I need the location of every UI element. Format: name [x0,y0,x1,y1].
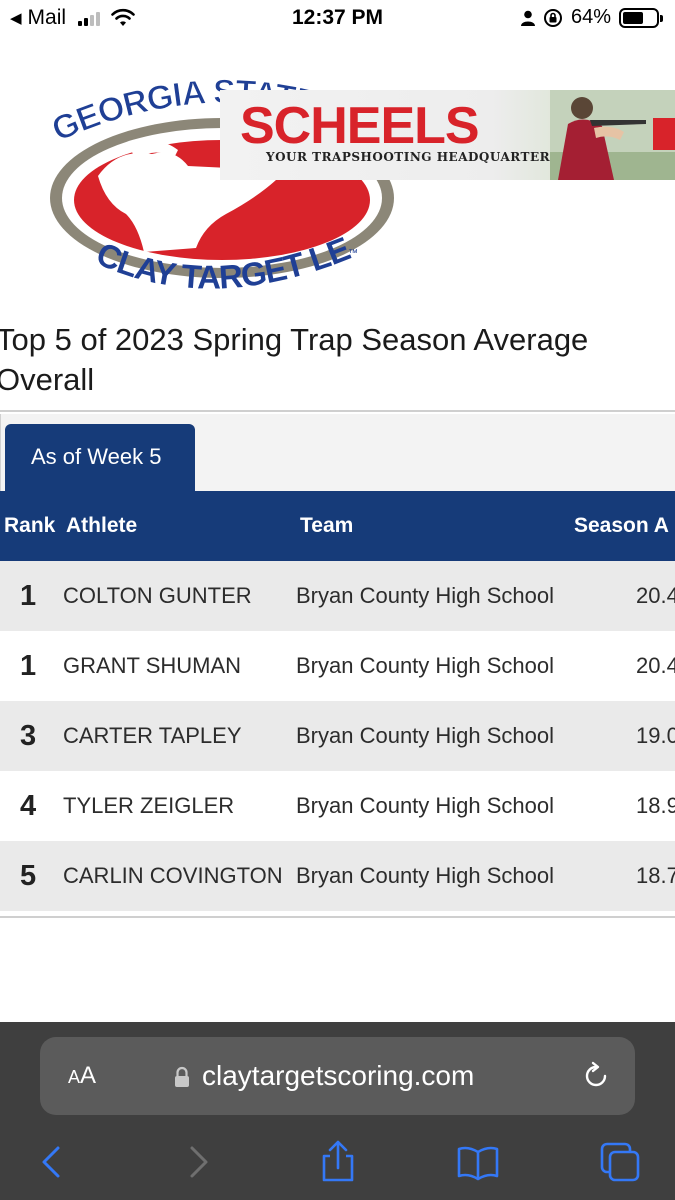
rank-cell: 4 [20,790,37,822]
team-cell: Bryan County High School [296,653,555,678]
title-divider [0,410,675,412]
ad-shooter-image [550,90,675,180]
season-average-cell: 19.0 [636,723,675,748]
browser-toolbar [0,1134,675,1190]
status-bar: ◀ Mail 12:37 PM 64% [0,0,675,40]
team-cell: Bryan County High School [296,793,555,818]
leaderboard-rows: 1 COLTON GUNTER Bryan County High School… [0,561,675,911]
lock-icon [175,1066,189,1087]
leaderboard-header: Rank Athlete Team Season A [0,491,675,561]
rank-cell: 1 [20,650,37,682]
team-cell: Bryan County High School [296,583,555,608]
ad-brand: SCHEELS [240,97,480,155]
reload-icon[interactable] [581,1061,611,1091]
table-row[interactable]: 5 CARLIN COVINGTON Bryan County High Sch… [0,841,675,911]
athlete-cell: CARTER TAPLEY [63,723,242,748]
table-row[interactable]: 1 COLTON GUNTER Bryan County High School… [0,561,675,631]
tabs-icon[interactable] [598,1140,642,1184]
back-icon[interactable] [30,1140,74,1184]
column-header-athlete[interactable]: Athlete [66,491,137,561]
table-row[interactable]: 1 GRANT SHUMAN Bryan County High School … [0,631,675,701]
table-row[interactable]: 3 CARTER TAPLEY Bryan County High School… [0,701,675,771]
rotation-lock-icon [543,8,562,27]
season-average-cell: 20.4 [636,653,675,678]
rank-cell: 1 [20,580,37,612]
athlete-cell: GRANT SHUMAN [63,653,242,678]
column-header-rank[interactable]: Rank [4,491,55,561]
battery-percent: 64% [570,6,611,28]
address-bar[interactable]: AA claytargetscoring.com [40,1037,635,1115]
season-average-cell: 18.7 [636,863,675,888]
athlete-cell: TYLER ZEIGLER [63,793,235,818]
sponsor-ad-banner[interactable]: SCHEELS YOUR TRAPSHOOTING HEADQUARTERS [220,90,675,180]
url-text[interactable]: claytargetscoring.com [202,1037,474,1115]
bookmarks-icon[interactable] [456,1140,500,1184]
column-header-team[interactable]: Team [300,491,353,561]
team-cell: Bryan County High School [296,863,555,888]
table-bottom-divider [0,916,675,918]
athlete-cell: COLTON GUNTER [63,583,252,608]
season-average-cell: 20.4 [636,583,675,608]
text-size-button[interactable]: AA [68,1037,96,1116]
battery-icon [619,7,663,28]
share-icon[interactable] [316,1140,360,1184]
rank-cell: 3 [20,720,37,752]
ad-tagline: YOUR TRAPSHOOTING HEADQUARTERS [266,150,560,164]
rank-cell: 5 [20,860,37,892]
trademark-symbol: ™ [348,248,358,259]
week-tab-strip: As of Week 5 [0,414,675,492]
status-right: 64% [520,6,663,29]
forward-icon[interactable] [176,1140,220,1184]
tab-as-of-week-5[interactable]: As of Week 5 [5,424,195,492]
column-header-season-average[interactable]: Season A [574,491,669,561]
page-title: Top 5 of 2023 Spring Trap Season Average… [0,322,589,397]
browser-bottom-bar: AA claytargetscoring.com [0,1022,675,1200]
person-icon [520,10,535,26]
athlete-cell: CARLIN COVINGTON [63,863,283,888]
season-average-cell: 18.9 [636,793,675,818]
team-cell: Bryan County High School [296,723,555,748]
table-row[interactable]: 4 TYLER ZEIGLER Bryan County High School… [0,771,675,841]
